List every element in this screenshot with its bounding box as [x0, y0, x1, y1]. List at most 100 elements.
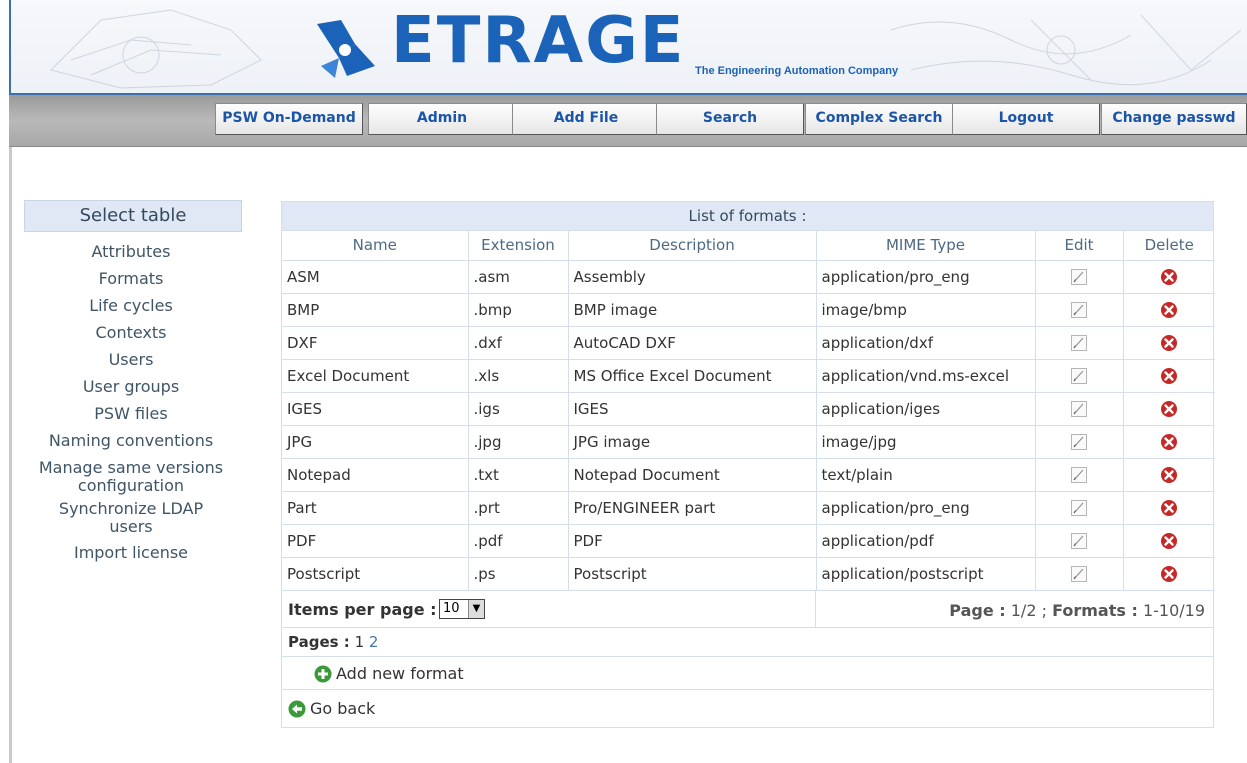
table-row: Notepad .txt Notepad Document text/plain: [282, 458, 1215, 492]
sidebar-item-life-cycles[interactable]: Life cycles: [15, 297, 247, 315]
sidebar-item-contexts[interactable]: Contexts: [15, 324, 247, 342]
delete-x-icon[interactable]: [1160, 367, 1178, 385]
brand-tagline: The Engineering Automation Company: [695, 65, 899, 77]
formats-table: Name Extension Description MIME Type Edi…: [282, 231, 1215, 591]
cell-edit: [1035, 524, 1124, 558]
column-header-mime-type[interactable]: MIME Type: [816, 231, 1036, 261]
sidebar-item-manage-same-versions[interactable]: Manage same versions configuration: [15, 459, 247, 495]
nav-admin-button[interactable]: Admin: [368, 103, 516, 135]
cell-mime-type: image/bmp: [816, 293, 1036, 327]
cell-name: BMP: [282, 293, 469, 327]
cell-mime-type: text/plain: [816, 458, 1036, 492]
sidebar-item-import-license[interactable]: Import license: [15, 544, 247, 562]
page-link-1[interactable]: 1: [355, 633, 365, 651]
sidebar-item-attributes[interactable]: Attributes: [15, 243, 247, 261]
cell-description: JPG image: [568, 425, 817, 459]
cell-delete: [1123, 260, 1215, 294]
items-per-page-select[interactable]: 10 ▼: [439, 598, 485, 619]
cell-description: Pro/ENGINEER part: [568, 491, 817, 525]
go-back-link[interactable]: Go back: [288, 699, 375, 718]
sidebar-item-psw-files[interactable]: PSW files: [15, 405, 247, 423]
formats-value: 1-10/19: [1142, 600, 1205, 620]
column-header-edit: Edit: [1035, 231, 1124, 261]
column-header-extension[interactable]: Extension: [468, 231, 569, 261]
nav-change-passwd-button[interactable]: Change passwd: [1101, 103, 1247, 135]
sidebar-item-naming-conventions[interactable]: Naming conventions: [15, 432, 247, 450]
table-row: BMP .bmp BMP image image/bmp: [282, 293, 1215, 327]
edit-pencil-icon[interactable]: [1070, 367, 1088, 385]
column-header-description[interactable]: Description: [568, 231, 817, 261]
delete-x-icon[interactable]: [1160, 268, 1178, 286]
sidebar-item-user-groups[interactable]: User groups: [15, 378, 247, 396]
page-value: 1/2: [1010, 600, 1037, 620]
sidebar-item-formats[interactable]: Formats: [15, 270, 247, 288]
cell-extension: .asm: [468, 260, 569, 294]
items-per-page-label: Items per page :: [288, 599, 437, 619]
cell-delete: [1123, 392, 1215, 426]
go-back-label: Go back: [310, 698, 376, 718]
cell-name: PDF: [282, 524, 469, 558]
cell-description: AutoCAD DXF: [568, 326, 817, 360]
cell-edit: [1035, 425, 1124, 459]
back-arrow-circle-icon: [288, 700, 306, 718]
brand-name: ETRAGE: [391, 4, 686, 78]
pages-label: Pages :: [288, 632, 350, 651]
delete-x-icon[interactable]: [1160, 499, 1178, 517]
cell-name: JPG: [282, 425, 469, 459]
cell-extension: .pdf: [468, 524, 569, 558]
edit-pencil-icon[interactable]: [1070, 565, 1088, 583]
page-left-border: [9, 147, 12, 763]
cell-extension: .xls: [468, 359, 569, 393]
edit-pencil-icon[interactable]: [1070, 301, 1088, 319]
add-new-format-row: Add new format: [282, 657, 1213, 690]
items-per-page-value: 10: [443, 600, 460, 616]
edit-pencil-icon[interactable]: [1070, 433, 1088, 451]
cell-name: Part: [282, 491, 469, 525]
header-banner: ETRAGE The Engineering Automation Compan…: [9, 0, 1247, 95]
edit-pencil-icon[interactable]: [1070, 466, 1088, 484]
delete-x-icon[interactable]: [1160, 301, 1178, 319]
delete-x-icon[interactable]: [1160, 565, 1178, 583]
nav-logout-button[interactable]: Logout: [952, 103, 1100, 135]
delete-x-icon[interactable]: [1160, 334, 1178, 352]
go-back-row: Go back: [282, 690, 1213, 727]
cell-edit: [1035, 326, 1124, 360]
nav-search-button[interactable]: Search: [656, 103, 804, 135]
nav-complex-search-button[interactable]: Complex Search: [805, 103, 953, 135]
add-new-format-label: Add new format: [336, 663, 464, 683]
sidebar-item-users[interactable]: Users: [15, 351, 247, 369]
add-new-format-link[interactable]: Add new format: [314, 664, 464, 683]
sidebar-item-synchronize-ldap[interactable]: Synchronize LDAP users: [15, 500, 247, 536]
nav-psw-on-demand-button[interactable]: PSW On-Demand: [215, 103, 363, 135]
edit-pencil-icon[interactable]: [1070, 400, 1088, 418]
delete-x-icon[interactable]: [1160, 532, 1178, 550]
page-info: Page : 1/2 ; Formats : 1-10/19: [949, 600, 1205, 620]
table-row: Excel Document .xls MS Office Excel Docume…: [282, 359, 1215, 393]
cell-edit: [1035, 458, 1124, 492]
cell-delete: [1123, 557, 1215, 591]
delete-x-icon[interactable]: [1160, 433, 1178, 451]
page-label: Page :: [949, 600, 1006, 620]
table-title: List of formats :: [282, 202, 1213, 231]
cell-description: Postscript: [568, 557, 817, 591]
cell-mime-type: application/pdf: [816, 524, 1036, 558]
edit-pencil-icon[interactable]: [1070, 268, 1088, 286]
cell-mime-type: application/dxf: [816, 326, 1036, 360]
cell-delete: [1123, 359, 1215, 393]
formats-panel: List of formats : Name Extension Descrip…: [281, 201, 1215, 728]
edit-pencil-icon[interactable]: [1070, 334, 1088, 352]
edit-pencil-icon[interactable]: [1070, 532, 1088, 550]
delete-x-icon[interactable]: [1160, 466, 1178, 484]
cell-edit: [1035, 260, 1124, 294]
cell-edit: [1035, 557, 1124, 591]
edit-pencil-icon[interactable]: [1070, 499, 1088, 517]
dropdown-arrow-icon[interactable]: ▼: [468, 599, 484, 618]
nav-add-file-button[interactable]: Add File: [512, 103, 660, 135]
column-header-name[interactable]: Name: [282, 231, 469, 261]
delete-x-icon[interactable]: [1160, 400, 1178, 418]
cell-extension: .igs: [468, 392, 569, 426]
cell-mime-type: application/postscript: [816, 557, 1036, 591]
page-link-2[interactable]: 2: [369, 633, 379, 651]
cell-extension: .jpg: [468, 425, 569, 459]
cell-name: Notepad: [282, 458, 469, 492]
